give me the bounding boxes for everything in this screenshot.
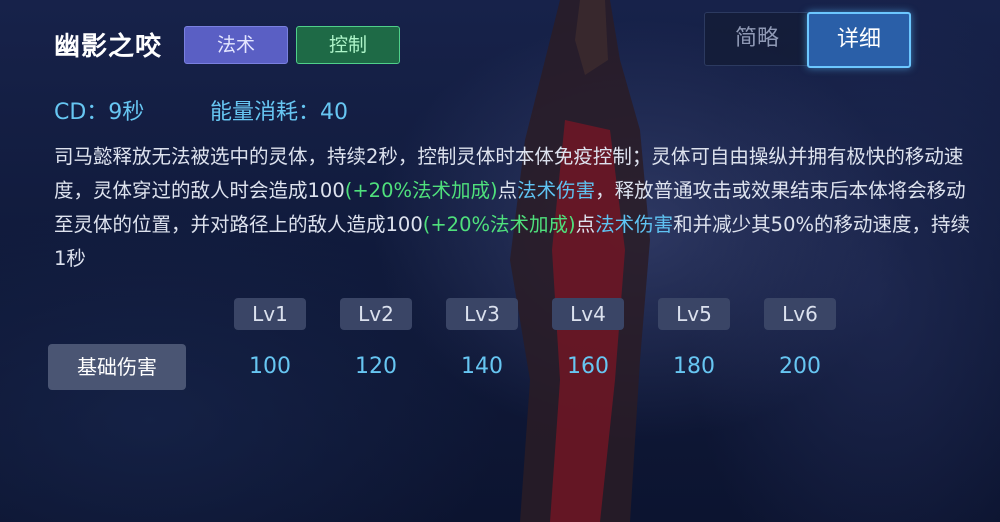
- base-damage-label: 基础伤害: [48, 344, 186, 390]
- level-header-lv2: Lv2: [340, 298, 412, 330]
- magic-scaling-text: (+20%法术加成): [422, 213, 576, 236]
- base-damage-lv5: 180: [673, 354, 715, 379]
- base-damage-lv6: 200: [779, 354, 821, 379]
- description-text: 点: [497, 179, 518, 202]
- level-header-lv1: Lv1: [234, 298, 306, 330]
- base-damage-lv2: 120: [355, 354, 397, 379]
- base-damage-lv1: 100: [249, 354, 291, 379]
- level-header-lv6: Lv6: [764, 298, 836, 330]
- tag-control: 控制: [296, 26, 400, 64]
- skill-name: 幽影之咬: [54, 32, 163, 62]
- level-header-lv5: Lv5: [658, 298, 730, 330]
- skill-description: 司马懿释放无法被选中的灵体，持续2秒，控制灵体时本体免疫控制；灵体可自由操纵并拥…: [54, 140, 974, 276]
- energy-cost-stat: 能量消耗：40: [210, 100, 348, 125]
- magic-damage-keyword: 法术伤害: [517, 179, 596, 202]
- magic-scaling-text: (+20%法术加成): [344, 179, 498, 202]
- tag-magic: 法术: [184, 26, 288, 64]
- level-header-lv3: Lv3: [446, 298, 518, 330]
- base-damage-lv3: 140: [461, 354, 503, 379]
- brief-toggle-button[interactable]: 简略: [704, 12, 810, 66]
- skill-detail-panel: 幽影之咬 法术 控制 简略 详细 CD：9秒 能量消耗：40 司马懿释放无法被选…: [0, 0, 1000, 522]
- cooldown-stat: CD：9秒: [54, 100, 145, 125]
- base-damage-lv4: 160: [567, 354, 609, 379]
- level-header-lv4: Lv4: [552, 298, 624, 330]
- magic-damage-keyword: 法术伤害: [595, 213, 674, 236]
- detail-toggle-button[interactable]: 详细: [807, 12, 911, 68]
- description-text: 点: [575, 213, 596, 236]
